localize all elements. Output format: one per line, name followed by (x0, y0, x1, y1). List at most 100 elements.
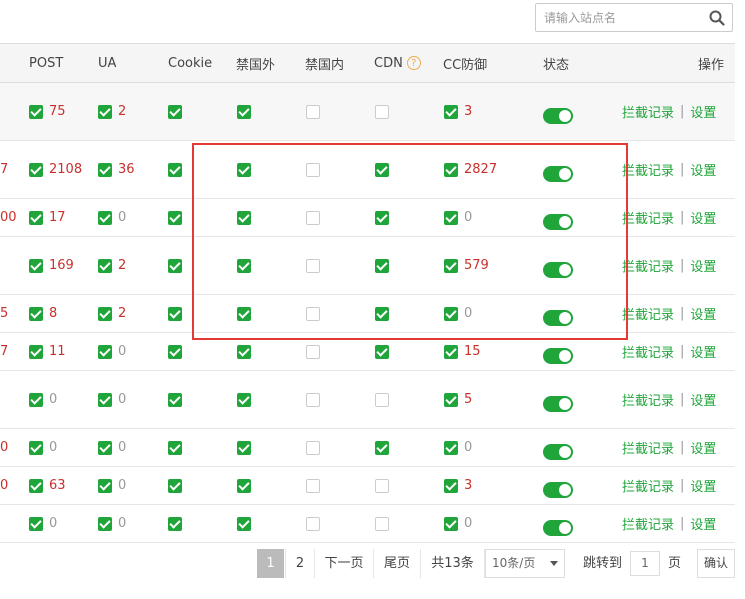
intercept-log-link[interactable]: 拦截记录 (622, 514, 674, 533)
cc-checkbox[interactable] (444, 210, 458, 225)
cc-checkbox[interactable] (444, 162, 458, 177)
cookie-checkbox[interactable] (168, 306, 182, 321)
post-checkbox[interactable] (29, 478, 43, 493)
status-toggle[interactable] (543, 395, 573, 412)
ua-checkbox[interactable] (98, 162, 112, 177)
cookie-checkbox[interactable] (168, 516, 182, 531)
cc-checkbox[interactable] (444, 344, 458, 359)
ua-checkbox[interactable] (98, 306, 112, 321)
status-toggle[interactable] (543, 443, 573, 460)
ban-domestic-checkbox[interactable] (306, 516, 320, 531)
post-checkbox[interactable] (29, 516, 43, 531)
search-box[interactable] (535, 3, 733, 32)
ban-foreign-checkbox[interactable] (237, 306, 251, 321)
cc-checkbox[interactable] (444, 104, 458, 119)
ban-domestic-checkbox[interactable] (306, 392, 320, 407)
intercept-log-link[interactable]: 拦截记录 (622, 102, 674, 121)
ban-foreign-checkbox[interactable] (237, 516, 251, 531)
ban-foreign-checkbox[interactable] (237, 392, 251, 407)
per-page-select[interactable]: 10条/页 (485, 549, 565, 578)
cc-checkbox[interactable] (444, 516, 458, 531)
settings-link[interactable]: 设置 (690, 342, 716, 361)
post-checkbox[interactable] (29, 104, 43, 119)
cookie-checkbox[interactable] (168, 104, 182, 119)
ban-domestic-checkbox[interactable] (306, 104, 320, 119)
ban-domestic-checkbox[interactable] (306, 440, 320, 455)
cc-checkbox[interactable] (444, 440, 458, 455)
ua-checkbox[interactable] (98, 344, 112, 359)
intercept-log-link[interactable]: 拦截记录 (622, 208, 674, 227)
search-icon[interactable] (709, 10, 725, 26)
status-toggle[interactable] (543, 347, 573, 364)
ua-checkbox[interactable] (98, 210, 112, 225)
cdn-checkbox[interactable] (375, 478, 389, 493)
status-toggle[interactable] (543, 261, 573, 278)
ban-foreign-checkbox[interactable] (237, 440, 251, 455)
ua-checkbox[interactable] (98, 516, 112, 531)
cc-checkbox[interactable] (444, 478, 458, 493)
cookie-checkbox[interactable] (168, 210, 182, 225)
cdn-checkbox[interactable] (375, 440, 389, 455)
status-toggle[interactable] (543, 481, 573, 498)
intercept-log-link[interactable]: 拦截记录 (622, 160, 674, 179)
confirm-button[interactable]: 确认 (697, 549, 735, 578)
ua-checkbox[interactable] (98, 440, 112, 455)
ban-foreign-checkbox[interactable] (237, 162, 251, 177)
goto-page-input[interactable]: 1 (630, 551, 660, 576)
settings-link[interactable]: 设置 (690, 514, 716, 533)
cookie-checkbox[interactable] (168, 392, 182, 407)
settings-link[interactable]: 设置 (690, 256, 716, 275)
ban-domestic-checkbox[interactable] (306, 258, 320, 273)
cdn-checkbox[interactable] (375, 516, 389, 531)
search-input[interactable] (536, 4, 720, 31)
cdn-checkbox[interactable] (375, 162, 389, 177)
intercept-log-link[interactable]: 拦截记录 (622, 476, 674, 495)
next-page-button[interactable]: 下一页 (315, 549, 374, 578)
help-icon[interactable]: ? (406, 56, 421, 70)
cookie-checkbox[interactable] (168, 258, 182, 273)
post-checkbox[interactable] (29, 210, 43, 225)
status-toggle[interactable] (543, 309, 573, 326)
ua-checkbox[interactable] (98, 258, 112, 273)
last-page-button[interactable]: 尾页 (374, 549, 421, 578)
post-checkbox[interactable] (29, 344, 43, 359)
settings-link[interactable]: 设置 (690, 438, 716, 457)
intercept-log-link[interactable]: 拦截记录 (622, 304, 674, 323)
ban-domestic-checkbox[interactable] (306, 344, 320, 359)
cdn-checkbox[interactable] (375, 392, 389, 407)
cdn-checkbox[interactable] (375, 258, 389, 273)
intercept-log-link[interactable]: 拦截记录 (622, 256, 674, 275)
ua-checkbox[interactable] (98, 478, 112, 493)
cookie-checkbox[interactable] (168, 344, 182, 359)
post-checkbox[interactable] (29, 162, 43, 177)
settings-link[interactable]: 设置 (690, 304, 716, 323)
status-toggle[interactable] (543, 107, 573, 124)
cdn-checkbox[interactable] (375, 104, 389, 119)
cookie-checkbox[interactable] (168, 478, 182, 493)
ban-domestic-checkbox[interactable] (306, 210, 320, 225)
status-toggle[interactable] (543, 519, 573, 536)
settings-link[interactable]: 设置 (690, 208, 716, 227)
page-2-button[interactable]: 2 (285, 549, 315, 578)
ban-foreign-checkbox[interactable] (237, 210, 251, 225)
ban-domestic-checkbox[interactable] (306, 306, 320, 321)
ban-foreign-checkbox[interactable] (237, 344, 251, 359)
cc-checkbox[interactable] (444, 392, 458, 407)
post-checkbox[interactable] (29, 306, 43, 321)
cc-checkbox[interactable] (444, 306, 458, 321)
ua-checkbox[interactable] (98, 392, 112, 407)
status-toggle[interactable] (543, 165, 573, 182)
ban-foreign-checkbox[interactable] (237, 478, 251, 493)
cdn-checkbox[interactable] (375, 344, 389, 359)
ban-foreign-checkbox[interactable] (237, 104, 251, 119)
cdn-checkbox[interactable] (375, 210, 389, 225)
ban-foreign-checkbox[interactable] (237, 258, 251, 273)
settings-link[interactable]: 设置 (690, 476, 716, 495)
cookie-checkbox[interactable] (168, 162, 182, 177)
post-checkbox[interactable] (29, 392, 43, 407)
ua-checkbox[interactable] (98, 104, 112, 119)
cc-checkbox[interactable] (444, 258, 458, 273)
intercept-log-link[interactable]: 拦截记录 (622, 390, 674, 409)
cookie-checkbox[interactable] (168, 440, 182, 455)
cdn-checkbox[interactable] (375, 306, 389, 321)
